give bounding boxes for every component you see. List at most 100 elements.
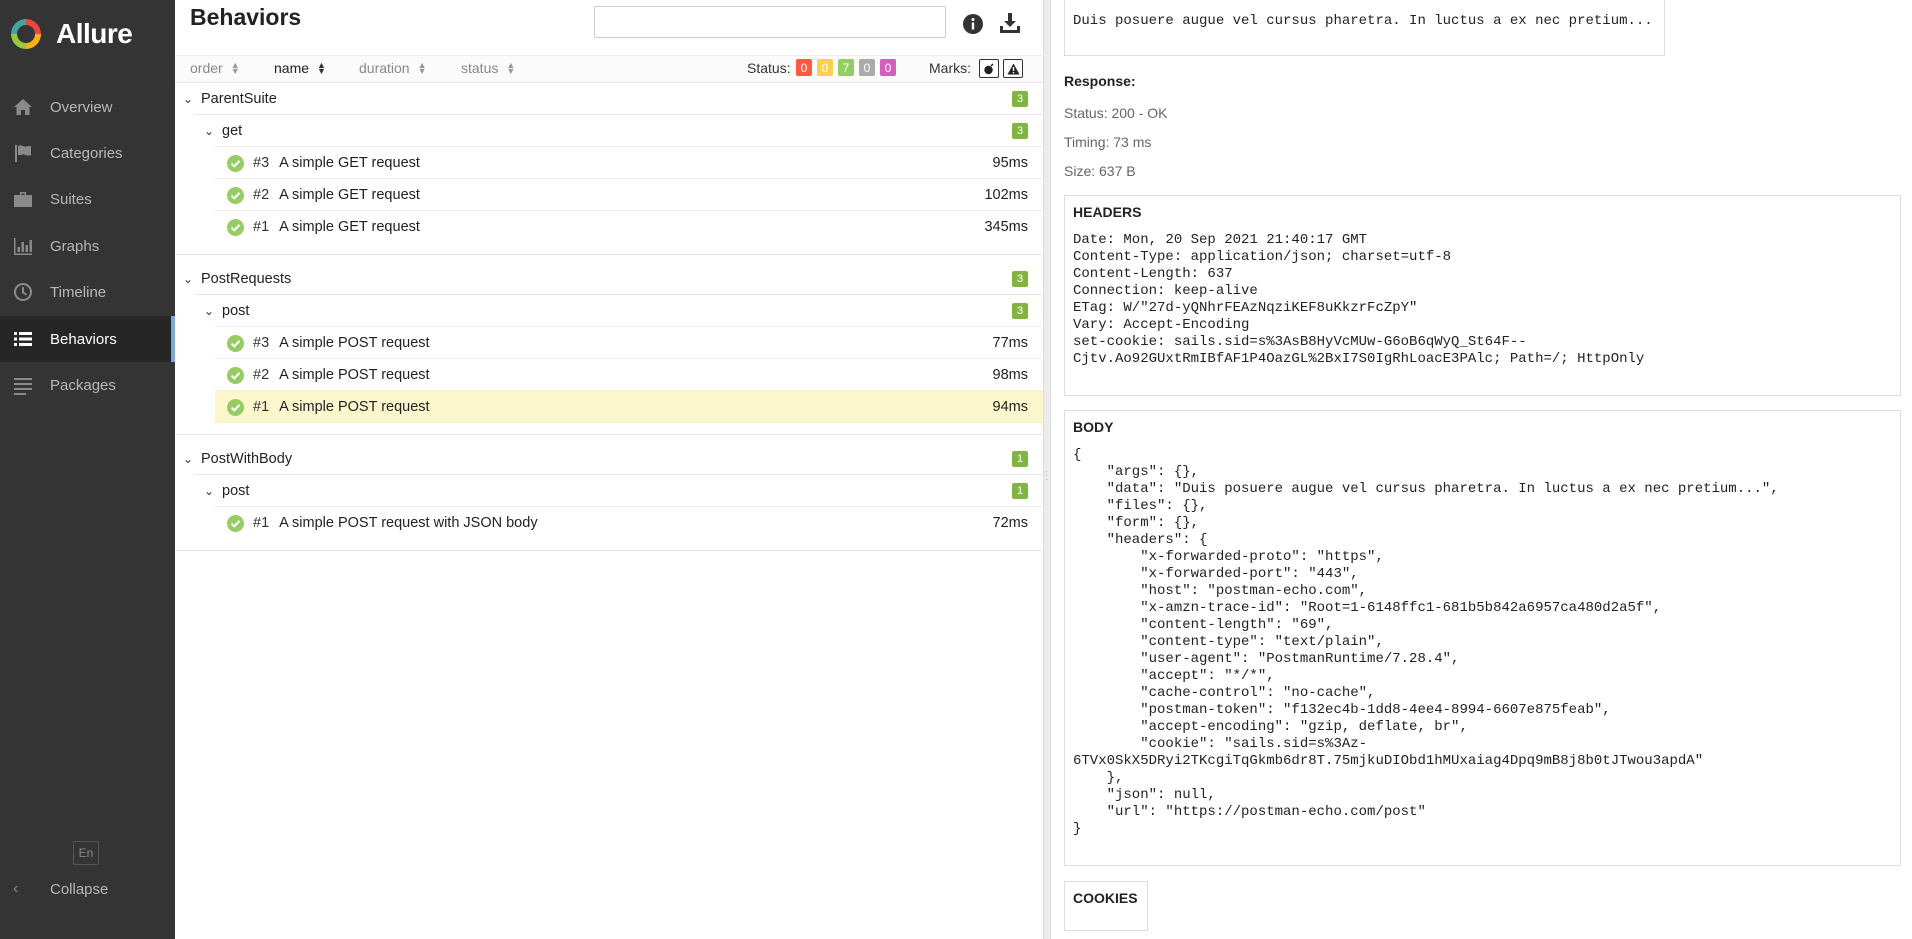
download-icon[interactable]	[998, 11, 1022, 35]
group-count-badge: 3	[1012, 271, 1028, 287]
group-count-badge: 1	[1012, 451, 1028, 467]
test-order: #2	[253, 367, 270, 383]
test-order: #1	[253, 399, 270, 415]
status-failed-toggle[interactable]: 0	[796, 59, 812, 76]
status-passed-toggle[interactable]: 7	[838, 59, 854, 76]
sorter-label: order	[190, 60, 223, 76]
sort-by-status[interactable]: status ▲ ▼	[461, 60, 515, 76]
sidebar-item-graphs[interactable]: Graphs	[0, 223, 175, 269]
sort-by-name[interactable]: name ▲ ▼	[274, 60, 326, 76]
response-timing: Timing: 73 ms	[1064, 134, 1152, 150]
bomb-icon	[984, 62, 994, 74]
test-order: #1	[253, 219, 270, 235]
sidebar-item-label: Categories	[50, 144, 123, 162]
divider	[175, 550, 1043, 551]
sidebar-item-packages[interactable]: Packages	[0, 362, 175, 408]
subgroup-count-badge: 3	[1012, 303, 1028, 319]
status-skipped-toggle[interactable]: 0	[859, 59, 875, 76]
divider	[175, 434, 1043, 435]
test-name: A simple GET request	[279, 219, 420, 235]
test-name: A simple POST request	[279, 399, 430, 415]
app-logo[interactable]: Allure	[8, 14, 133, 54]
home-icon	[12, 96, 34, 118]
sidebar-item-suites[interactable]: Suites	[0, 176, 175, 222]
test-name: A simple GET request	[279, 187, 420, 203]
subgroup-name: post	[222, 303, 250, 319]
test-row[interactable]: #2 A simple GET request 102ms	[215, 179, 1043, 211]
passed-check-icon	[227, 218, 244, 236]
chevron-down-icon: ⌄	[183, 452, 194, 466]
status-filter-label: Status:	[747, 60, 791, 76]
test-row[interactable]: #1 A simple GET request 345ms	[215, 211, 1043, 243]
passed-check-icon	[227, 334, 244, 352]
headers-text: Date: Mon, 20 Sep 2021 21:40:17 GMT Cont…	[1073, 232, 1645, 367]
sorter-label: status	[461, 60, 499, 76]
subgroup-name: post	[222, 483, 250, 499]
passed-check-icon	[227, 154, 244, 172]
tree-subgroup[interactable]: ⌄ post 3	[175, 295, 1043, 327]
bar-chart-icon	[12, 235, 34, 257]
marks-filter-label: Marks:	[929, 60, 971, 76]
subgroup-name: get	[222, 123, 243, 139]
tree-group[interactable]: ⌄ PostRequests 3	[175, 263, 1043, 295]
behaviors-pane: Behaviors order ▲ ▼ name ▲ ▼ duration ▲ ▼ s…	[175, 0, 1043, 939]
sidebar-item-label: Graphs	[50, 237, 100, 255]
test-row[interactable]: #3 A simple POST request 77ms	[215, 327, 1043, 359]
request-body-text: Duis posuere augue vel cursus pharetra. …	[1073, 13, 1653, 29]
subgroup-count-badge: 1	[1012, 483, 1028, 499]
info-icon[interactable]	[962, 13, 984, 35]
cookies-title: COOKIES	[1073, 890, 1138, 906]
status-broken-toggle[interactable]: 0	[817, 59, 833, 76]
group-name: PostRequests	[201, 271, 292, 287]
sidebar-item-categories[interactable]: Categories	[0, 130, 175, 176]
tree-subgroup[interactable]: ⌄ post 1	[175, 475, 1043, 507]
cookies-panel[interactable]: COOKIES	[1064, 881, 1148, 931]
pane-splitter[interactable]: · · ·	[1043, 0, 1051, 939]
divider	[175, 254, 1043, 255]
sorter-label: name	[274, 60, 310, 76]
sort-by-order[interactable]: order ▲ ▼	[190, 60, 240, 76]
briefcase-icon	[12, 188, 34, 210]
sort-icon: ▲ ▼	[230, 60, 240, 76]
sidebar-item-behaviors[interactable]: Behaviors	[0, 316, 175, 362]
request-body-panel: Duis posuere augue vel cursus pharetra. …	[1064, 0, 1665, 56]
collapse-label: Collapse	[50, 880, 109, 898]
collapse-button[interactable]: ‹ Collapse	[0, 874, 175, 904]
test-order: #2	[253, 187, 270, 203]
tree-group[interactable]: ⌄ PostWithBody 1	[175, 443, 1043, 475]
sorter-label: duration	[359, 60, 410, 76]
sidebar-item-label: Overview	[50, 98, 113, 116]
passed-check-icon	[227, 514, 244, 532]
sidebar-item-label: Timeline	[50, 283, 107, 301]
test-duration: 98ms	[992, 367, 1028, 383]
tree-subgroup[interactable]: ⌄ get 3	[175, 115, 1043, 147]
allure-logo-icon	[11, 19, 41, 49]
flaky-mark-toggle[interactable]	[979, 59, 999, 78]
test-name: A simple GET request	[279, 155, 420, 171]
group-name: ParentSuite	[201, 91, 277, 107]
sidebar-item-label: Suites	[50, 190, 92, 208]
tree-group[interactable]: ⌄ ParentSuite 3	[175, 83, 1043, 115]
sidebar-item-timeline[interactable]: Timeline	[0, 269, 175, 315]
subgroup-count-badge: 3	[1012, 123, 1028, 139]
test-row[interactable]: #1 A simple POST request with JSON body 72…	[215, 507, 1043, 539]
test-row[interactable]: #1 A simple POST request 94ms	[215, 391, 1043, 423]
sort-icon: ▲ ▼	[506, 60, 516, 76]
test-duration: 102ms	[984, 187, 1028, 203]
test-duration: 95ms	[992, 155, 1028, 171]
sort-by-duration[interactable]: duration ▲ ▼	[359, 60, 427, 76]
new-failed-mark-toggle[interactable]	[1003, 59, 1023, 78]
group-count-badge: 3	[1012, 91, 1028, 107]
group-name: PostWithBody	[201, 451, 293, 467]
flag-icon	[12, 142, 34, 164]
sidebar-item-overview[interactable]: Overview	[0, 84, 175, 130]
list-icon	[12, 328, 34, 350]
sidebar: Allure Overview Categories Suites Graphs…	[0, 0, 175, 939]
status-unknown-toggle[interactable]: 0	[880, 59, 896, 76]
headers-panel: HEADERS Date: Mon, 20 Sep 2021 21:40:17 …	[1064, 195, 1901, 396]
clock-icon	[12, 281, 34, 303]
test-row[interactable]: #3 A simple GET request 95ms	[215, 147, 1043, 179]
search-input[interactable]	[594, 6, 946, 38]
test-row[interactable]: #2 A simple POST request 98ms	[215, 359, 1043, 391]
language-button[interactable]: En	[73, 841, 99, 865]
